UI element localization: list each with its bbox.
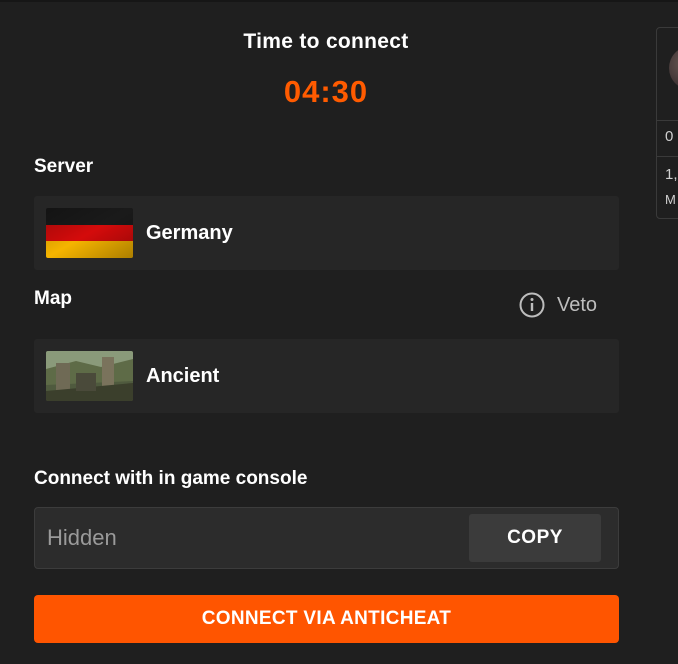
side-divider	[657, 120, 678, 121]
side-divider	[657, 156, 678, 157]
map-name: Ancient	[146, 365, 220, 387]
countdown-timer: 04:30	[283, 74, 369, 109]
console-command-field: COPY	[34, 507, 619, 569]
side-row-2-subtext: M	[665, 192, 676, 207]
server-name: Germany	[146, 222, 233, 244]
veto-link[interactable]: Veto	[519, 291, 597, 319]
connect-panel: Time to connect 04:30 Server Germany Map	[0, 0, 652, 664]
avatar	[669, 46, 678, 90]
germany-flag-icon	[46, 208, 133, 258]
connect-anticheat-button[interactable]: CONNECT VIA ANTICHEAT	[34, 595, 619, 643]
console-section-label: Connect with in game console	[34, 468, 308, 489]
map-section-label: Map	[34, 288, 72, 309]
copy-button[interactable]: COPY	[469, 514, 601, 562]
map-card: Ancient	[34, 339, 619, 413]
side-row-1-text: 0	[665, 128, 674, 145]
server-card: Germany	[34, 196, 619, 270]
server-section-label: Server	[34, 156, 94, 177]
page-title: Time to connect	[243, 30, 409, 53]
veto-label: Veto	[557, 293, 598, 316]
side-player-card: 0 1, M	[656, 27, 678, 219]
ancient-map-thumbnail-icon	[46, 351, 133, 401]
console-command-input[interactable]	[47, 508, 457, 568]
info-icon	[519, 292, 545, 318]
side-row-2-text: 1,	[665, 166, 678, 183]
